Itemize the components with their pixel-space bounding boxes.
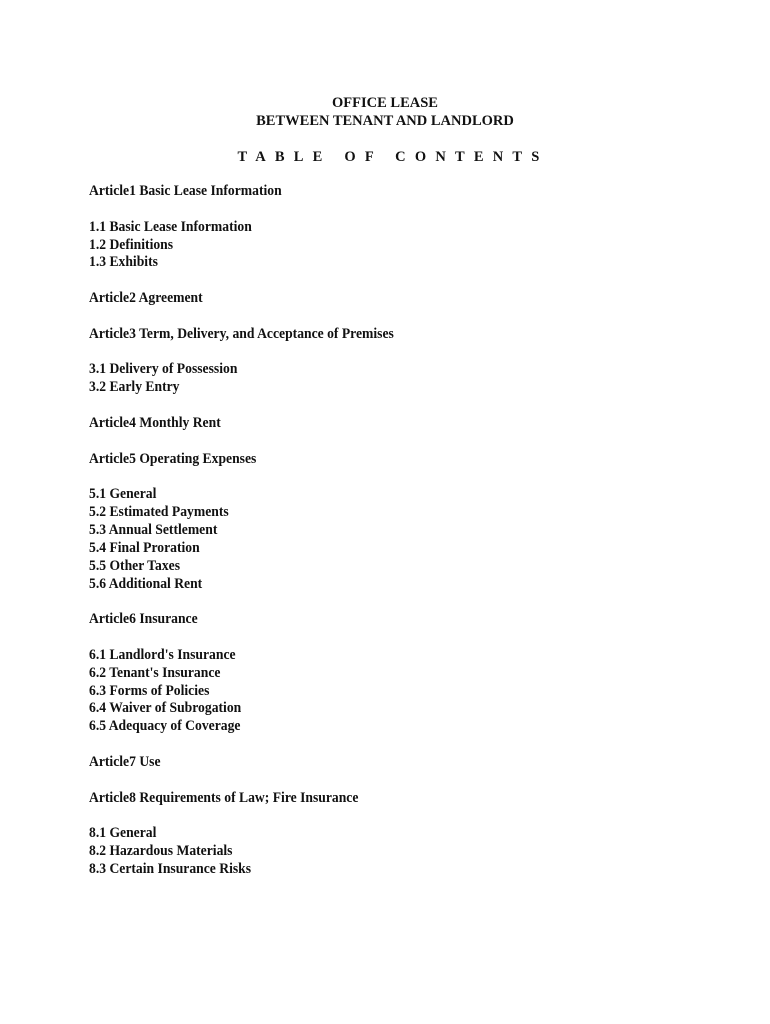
document-subtitle: BETWEEN TENANT AND LANDLORD — [256, 113, 514, 129]
toc-entries: Article1 Basic Lease Information 1.1 Basi… — [89, 183, 413, 879]
toc-article-heading: Article7 Use — [89, 754, 161, 770]
toc-section-item: 6.3 Forms of Policies — [89, 682, 210, 699]
toc-section-item: 6.4 Waiver of Subrogation — [89, 700, 242, 717]
toc-section-item: 6.1 Landlord's Insurance — [89, 646, 236, 663]
toc-section-item: 3.2 Early Entry — [89, 379, 180, 396]
toc-article-heading: Article8 Requirements of Law; Fire Insur… — [89, 789, 359, 806]
toc-section-item: 5.2 Estimated Payments — [89, 504, 229, 521]
toc-section-item: 5.1 General — [89, 486, 157, 503]
document-page: OFFICE LEASE BETWEEN TENANT AND LANDLORD… — [0, 0, 770, 1024]
toc-section-item: 3.1 Delivery of Possession — [89, 361, 238, 378]
toc-section-item: 6.5 Adequacy of Coverage — [89, 718, 241, 735]
toc-section-item: 8.3 Certain Insurance Risks — [89, 861, 252, 878]
toc-section-item: 5.4 Final Proration — [89, 539, 200, 556]
toc-article-heading: Article4 Monthly Rent — [89, 414, 221, 431]
toc-heading: TABLE OF CONTENTS — [237, 149, 549, 165]
document-title: OFFICE LEASE — [332, 95, 438, 111]
toc-section-item: 8.1 General — [89, 825, 157, 842]
toc-section-item: 8.2 Hazardous Materials — [89, 843, 233, 860]
toc-article-heading: Article6 Insurance — [89, 611, 198, 628]
toc-section-item: 1.2 Definitions — [89, 236, 174, 253]
toc-article-heading: Article1 Basic Lease Information — [89, 183, 282, 199]
toc-section-item: 5.6 Additional Rent — [89, 575, 203, 592]
toc-section-item: 5.3 Annual Settlement — [89, 522, 218, 539]
toc-article-heading: Article2 Agreement — [89, 290, 203, 307]
toc-section-item: 1.1 Basic Lease Information — [89, 218, 252, 235]
toc-section-item: 1.3 Exhibits — [89, 254, 158, 271]
toc-article-heading: Article3 Term, Delivery, and Acceptance … — [89, 325, 394, 342]
toc-section-item: 5.5 Other Taxes — [89, 557, 181, 574]
toc-section-item: 6.2 Tenant's Insurance — [89, 664, 221, 681]
toc-article-heading: Article5 Operating Expenses — [89, 450, 257, 467]
